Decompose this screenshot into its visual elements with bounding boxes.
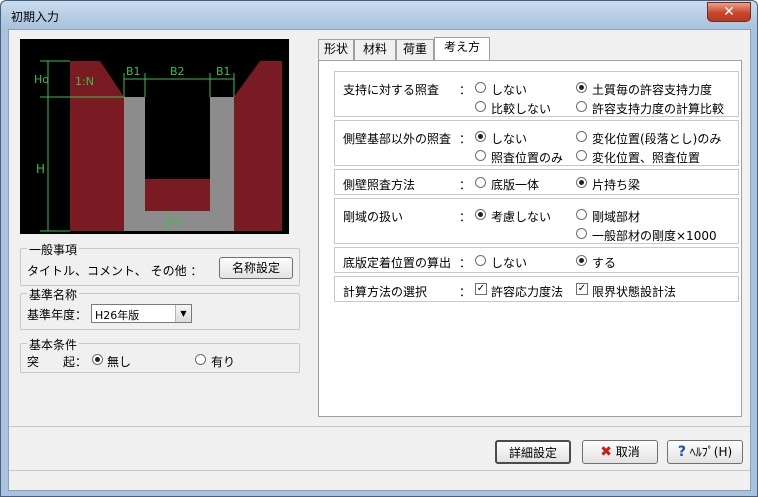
dim-label-b1-right: B1 (216, 65, 231, 78)
group-general-legend: 一般事項 (27, 241, 80, 258)
rigid-opt0-radio[interactable] (475, 209, 486, 220)
close-button[interactable]: ✕ (707, 2, 751, 22)
side-base-opt2-radio[interactable] (475, 150, 486, 161)
support-opt2-radio[interactable] (475, 101, 486, 112)
protrusion-label: 突 起： (27, 355, 88, 369)
culvert-section-svg: Ho H 1:N B1 B2 B1 H1 (20, 39, 289, 234)
protrusion-yes-radio[interactable] (195, 354, 206, 365)
question-icon: ? (677, 444, 686, 460)
rigid-opt1-label[interactable]: 剛域部材 (592, 208, 640, 225)
protrusion-none-radio[interactable] (92, 354, 103, 365)
side-base-opt3-label[interactable]: 変化位置、照査位置 (592, 149, 700, 166)
rigid-label: 剛域の扱い (343, 210, 404, 224)
help-button[interactable]: ? ﾍﾙﾌﾟ(H) (667, 440, 743, 464)
rigid-opt2-radio[interactable] (576, 228, 587, 239)
group-basic: 基本条件 突 起： 無し 有り (20, 336, 300, 373)
tab-material[interactable]: 材料 (354, 39, 396, 60)
tab-approach[interactable]: 考え方 (434, 37, 490, 60)
standard-year-value: H26年版 (95, 309, 140, 322)
detail-settings-button[interactable]: 詳細設定 (495, 440, 571, 464)
support-opt3-label[interactable]: 許容支持力度の計算比較 (592, 100, 724, 117)
rigid-opt0-label[interactable]: 考慮しない (491, 208, 551, 225)
x-icon: ✖ (600, 444, 612, 460)
standard-year-select[interactable]: H26年版 ▼ (91, 304, 192, 323)
side-base-opt0-label[interactable]: しない (491, 130, 527, 147)
group-standard-legend: 基準名称 (27, 286, 80, 303)
support-opt0-radio[interactable] (475, 82, 486, 93)
calc-method-label: 計算方法の選択 (343, 285, 428, 299)
side-method-colon: ： (459, 178, 472, 192)
support-opt0-label[interactable]: しない (491, 81, 527, 98)
row-rigid: 剛域の扱い ： 考慮しない 剛域部材 一般部材の剛度×1000 (334, 198, 739, 244)
bottom-fix-opt1-radio[interactable] (576, 255, 587, 266)
support-opt1-radio[interactable] (576, 82, 587, 93)
group-basic-legend: 基本条件 (27, 336, 80, 353)
dim-label-b2: B2 (170, 65, 185, 78)
bottom-fix-label: 底版定着位置の算出 (343, 256, 452, 270)
calc-method-colon: ： (459, 285, 472, 299)
calc-limit-label[interactable]: 限界状態設計法 (592, 283, 676, 300)
group-standard: 基準名称 基準年度： H26年版 ▼ (20, 286, 300, 330)
row-bottom-fix: 底版定着位置の算出 ： しない する (334, 247, 739, 273)
side-base-opt0-radio[interactable] (475, 131, 486, 142)
tab-load[interactable]: 荷重 (396, 39, 434, 60)
rigid-opt2-label[interactable]: 一般部材の剛度×1000 (592, 227, 717, 244)
protrusion-yes-label[interactable]: 有り (211, 353, 235, 370)
approach-panel: 支持に対する照査 ： しない 土質毎の許容支持力度 比較しない 許容支持力度の計… (318, 60, 742, 417)
support-opt2-label[interactable]: 比較しない (491, 100, 551, 117)
calc-allowable-checkbox[interactable]: ✓ (475, 283, 487, 295)
bottom-fix-opt0-label[interactable]: しない (491, 254, 527, 271)
help-label: ﾍﾙﾌﾟ(H) (689, 445, 733, 459)
name-settings-button[interactable]: 名称設定 (219, 257, 293, 279)
slope-label: 1:N (75, 75, 94, 88)
side-base-colon: ： (459, 132, 472, 146)
side-base-opt3-radio[interactable] (576, 150, 587, 161)
dim-label-h: H (36, 162, 45, 176)
dim-label-ho: Ho (34, 73, 49, 86)
cancel-label: 取消 (615, 445, 640, 459)
support-opt1-label[interactable]: 土質毎の許容支持力度 (592, 81, 712, 98)
detail-settings-label: 詳細設定 (508, 446, 557, 460)
bottom-fix-opt0-radio[interactable] (475, 255, 486, 266)
title-bar[interactable]: 初期入力 ✕ (1, 1, 757, 29)
support-label: 支持に対する照査 (343, 83, 440, 97)
side-base-opt1-label[interactable]: 変化位置(段落とし)のみ (592, 130, 721, 147)
row-calc-method: 計算方法の選択 ： ✓ 許容応力度法 ✓ 限界状態設計法 (334, 276, 739, 302)
rigid-opt1-radio[interactable] (576, 209, 587, 220)
row-side-base: 側壁基部以外の照査 ： しない 変化位置(段落とし)のみ 照査位置のみ 変化位置… (334, 120, 739, 166)
support-colon: ： (459, 83, 472, 97)
calc-allowable-label[interactable]: 許容応力度法 (491, 283, 563, 300)
side-method-label: 側壁照査方法 (343, 178, 416, 192)
section-diagram: Ho H 1:N B1 B2 B1 H1 (20, 39, 289, 234)
row-support: 支持に対する照査 ： しない 土質毎の許容支持力度 比較しない 許容支持力度の計… (334, 71, 739, 117)
bottom-fix-opt1-label[interactable]: する (592, 254, 616, 271)
dim-label-h1: H1 (170, 217, 184, 228)
window-title: 初期入力 (11, 10, 60, 24)
side-method-opt1-label[interactable]: 片持ち梁 (592, 176, 640, 193)
chevron-down-icon[interactable]: ▼ (175, 305, 191, 322)
dialog-window: 初期入力 ✕ Ho H 1:N B1 B2 B1 H1 一般事項 タイトル、コメ… (0, 0, 758, 497)
side-method-opt0-radio[interactable] (475, 177, 486, 188)
dim-label-b1-left: B1 (126, 65, 141, 78)
dialog-client: Ho H 1:N B1 B2 B1 H1 一般事項 タイトル、コメント、 その他… (8, 29, 751, 491)
row-side-method: 側壁照査方法 ： 底版一体 片持ち梁 (334, 169, 739, 195)
rigid-colon: ： (459, 210, 472, 224)
protrusion-none-label[interactable]: 無し (107, 353, 131, 370)
tab-shape[interactable]: 形状 (318, 39, 354, 60)
group-general: 一般事項 タイトル、コメント、 その他 ： 名称設定 (20, 241, 300, 286)
cancel-button[interactable]: ✖ 取消 (582, 440, 658, 464)
side-base-opt1-radio[interactable] (576, 131, 587, 142)
side-method-opt0-label[interactable]: 底版一体 (491, 176, 539, 193)
status-bar (9, 470, 750, 491)
standard-year-label: 基準年度： (27, 308, 88, 322)
calc-limit-checkbox[interactable]: ✓ (576, 283, 588, 295)
bottom-fix-colon: ： (459, 256, 472, 270)
general-text: タイトル、コメント、 その他 ： (27, 264, 203, 278)
footer-separator (9, 426, 750, 427)
support-opt3-radio[interactable] (576, 101, 587, 112)
side-base-label: 側壁基部以外の照査 (343, 132, 452, 146)
side-method-opt1-radio[interactable] (576, 177, 587, 188)
side-base-opt2-label[interactable]: 照査位置のみ (491, 149, 563, 166)
